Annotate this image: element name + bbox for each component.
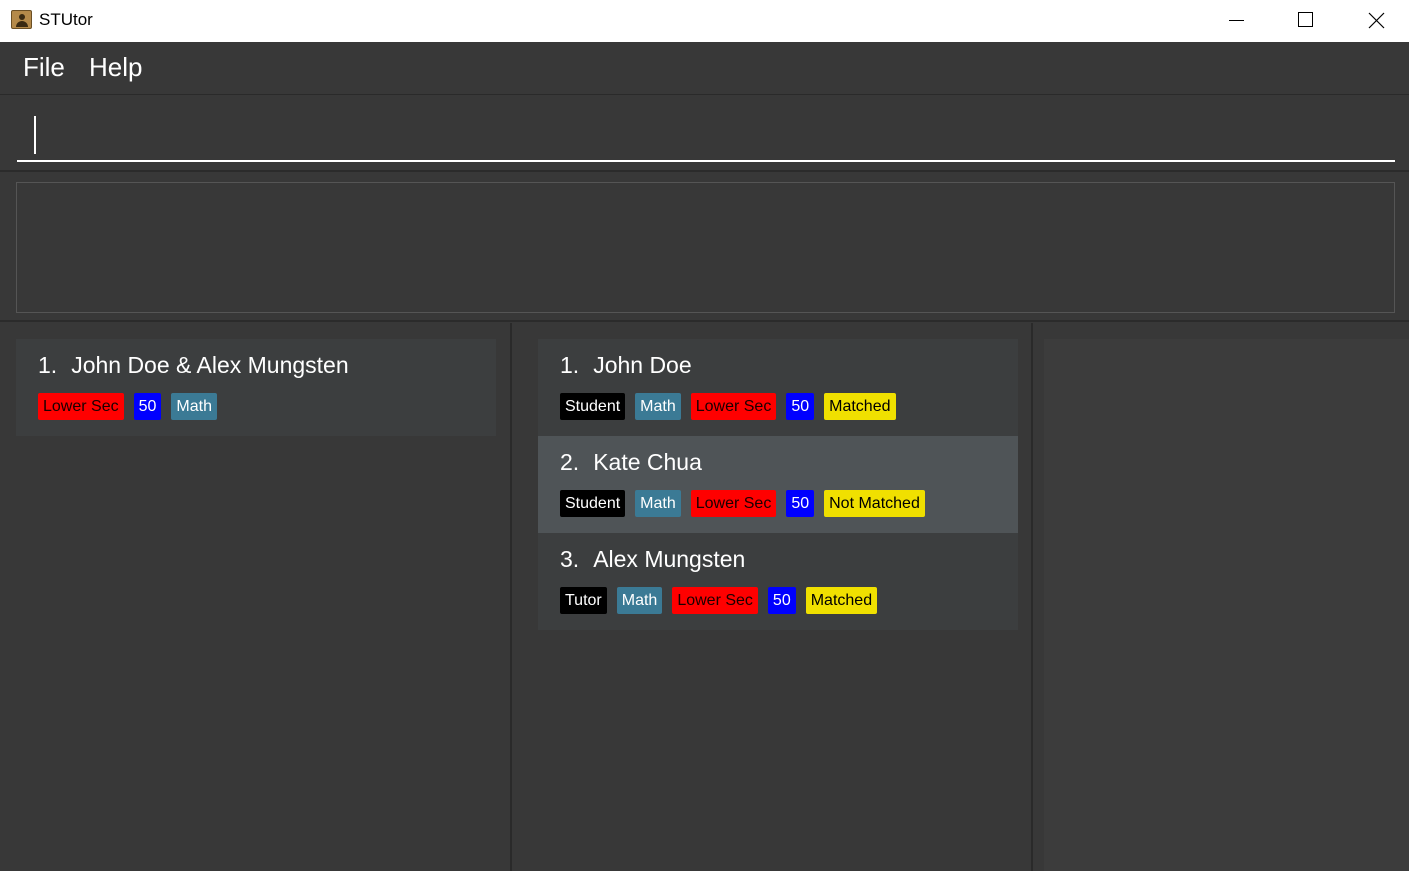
price-tag: 50 xyxy=(786,490,815,517)
menu-bar: File Help xyxy=(0,42,1409,95)
role-tag: Student xyxy=(560,393,626,420)
status-tag: Not Matched xyxy=(824,490,925,517)
person-card-name: Alex Mungsten xyxy=(593,546,746,572)
panel-divider-right[interactable] xyxy=(1031,323,1033,871)
panel-divider-left[interactable] xyxy=(510,323,512,871)
result-display xyxy=(16,182,1395,313)
price-tag: 50 xyxy=(133,393,162,420)
price-tag: 50 xyxy=(786,393,815,420)
menu-file[interactable]: File xyxy=(23,52,65,83)
status-tag: Matched xyxy=(805,587,878,614)
status-tag: Matched xyxy=(824,393,896,420)
role-tag: Student xyxy=(560,490,626,517)
person-card-index: 2. xyxy=(560,449,580,475)
person-card-tags: Student Math Lower Sec 50 Matched xyxy=(560,393,896,420)
app-contact-icon xyxy=(11,10,32,29)
person-card[interactable]: 3. Alex Mungsten Tutor Math Lower Sec 50 Match… xyxy=(538,533,1018,630)
minimize-button[interactable] xyxy=(1213,0,1259,42)
result-display-area xyxy=(0,174,1409,322)
match-card-title: 1. John Doe & Alex Mungsten xyxy=(38,352,349,379)
maximize-button[interactable] xyxy=(1282,0,1328,42)
match-card-tags: Lower Sec 50 Math xyxy=(38,393,217,420)
window-title: STUtor xyxy=(39,10,93,29)
person-card-tags: Tutor Math Lower Sec 50 Matched xyxy=(560,587,878,614)
maximize-icon xyxy=(1298,12,1313,27)
text-caret xyxy=(34,116,36,154)
person-card[interactable]: 1. John Doe Student Math Lower Sec 50 Matched xyxy=(538,339,1018,436)
minimize-icon xyxy=(1229,20,1244,21)
detail-panel xyxy=(1044,339,1409,871)
person-card-title: 2. Kate Chua xyxy=(560,449,702,476)
level-tag: Lower Sec xyxy=(672,587,758,614)
title-bar: STUtor xyxy=(0,0,1409,42)
level-tag: Lower Sec xyxy=(38,393,124,420)
price-tag: 50 xyxy=(767,587,796,614)
match-card-name: John Doe & Alex Mungsten xyxy=(71,352,349,378)
person-card-tags: Student Math Lower Sec 50 Not Matched xyxy=(560,490,925,517)
match-list: 1. John Doe & Alex Mungsten Lower Sec 50 Mat… xyxy=(16,339,496,436)
menu-help[interactable]: Help xyxy=(89,52,142,83)
subject-tag: Math xyxy=(616,587,663,614)
match-card[interactable]: 1. John Doe & Alex Mungsten Lower Sec 50 Mat… xyxy=(16,339,496,436)
subject-tag: Math xyxy=(171,393,217,420)
person-card-name: John Doe xyxy=(593,352,692,378)
person-card-index: 1. xyxy=(560,352,580,378)
command-box-area xyxy=(0,96,1409,172)
person-card-name: Kate Chua xyxy=(593,449,702,475)
level-tag: Lower Sec xyxy=(690,393,777,420)
person-list: 1. John Doe Student Math Lower Sec 50 Matched 2… xyxy=(538,339,1018,630)
subject-tag: Math xyxy=(635,490,681,517)
role-tag: Tutor xyxy=(560,587,607,614)
person-card-title: 1. John Doe xyxy=(560,352,692,379)
subject-tag: Math xyxy=(635,393,681,420)
close-icon xyxy=(1368,12,1385,29)
match-card-index: 1. xyxy=(38,352,58,378)
close-button[interactable] xyxy=(1353,0,1399,42)
person-card-title: 3. Alex Mungsten xyxy=(560,546,745,573)
command-input[interactable] xyxy=(17,110,1395,162)
person-card-index: 3. xyxy=(560,546,580,572)
person-card[interactable]: 2. Kate Chua Student Math Lower Sec 50 Not Mat… xyxy=(538,436,1018,533)
level-tag: Lower Sec xyxy=(690,490,777,517)
